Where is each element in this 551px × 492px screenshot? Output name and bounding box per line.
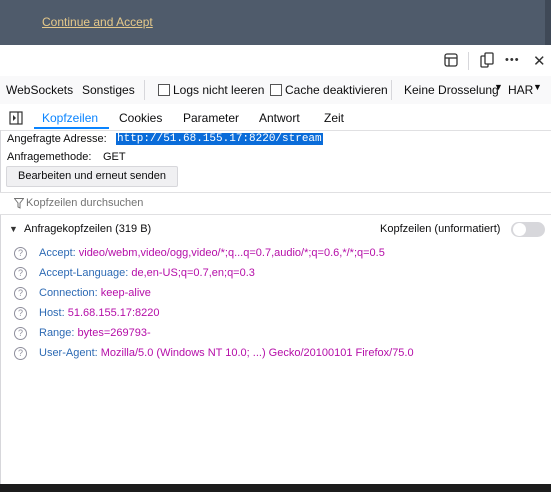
sidebar-toggle-icon[interactable] xyxy=(9,111,23,128)
har-menu[interactable]: HAR xyxy=(508,83,533,97)
header-value: keep-alive xyxy=(100,287,151,299)
more-icon[interactable]: ••• xyxy=(505,54,520,66)
active-tab-indicator xyxy=(34,127,109,129)
help-icon[interactable]: ? xyxy=(14,287,27,300)
header-name: Accept-Language: de,en-US;q=0.7,en;q=0.3 xyxy=(39,267,255,279)
header-value: video/webm,video/ogg,video/*;q...q=0.7,a… xyxy=(78,247,385,259)
filter-sonstiges[interactable]: Sonstiges xyxy=(82,83,135,97)
tab-antwort[interactable]: Antwort xyxy=(259,111,300,125)
header-row: ? Connection: keep-alive xyxy=(0,285,551,303)
header-value: de,en-US;q=0.7,en;q=0.3 xyxy=(131,267,255,279)
method-value: GET xyxy=(103,151,126,163)
header-name: User-Agent: Mozilla/5.0 (Windows NT 10.0… xyxy=(39,347,414,359)
resend-button[interactable]: Bearbeiten und erneut senden xyxy=(6,166,178,187)
toggle-knob xyxy=(513,223,526,236)
toolbar-separator xyxy=(144,80,145,100)
toolbar-separator xyxy=(391,80,392,100)
header-value: 51.68.155.17:8220 xyxy=(67,307,160,319)
page-scrollbar[interactable] xyxy=(545,0,551,45)
raw-headers-label: Kopfzeilen (unformatiert) xyxy=(380,223,501,235)
header-row: ? Accept-Language: de,en-US;q=0.7,en;q=0… xyxy=(0,265,551,283)
logs-label: Logs nicht leeren xyxy=(173,83,265,97)
help-icon[interactable]: ? xyxy=(14,347,27,360)
header-row: ? Accept: video/webm,video/ogg,video/*;q… xyxy=(0,245,551,263)
chevron-down-icon[interactable]: ▼ xyxy=(533,82,542,92)
header-row: ? User-Agent: Mozilla/5.0 (Windows NT 10… xyxy=(0,345,551,363)
throttle-select[interactable]: Keine Drosselung xyxy=(404,83,499,97)
header-name: Host: 51.68.155.17:8220 xyxy=(39,307,160,319)
tab-cookies[interactable]: Cookies xyxy=(119,111,162,125)
tab-zeit[interactable]: Zeit xyxy=(324,111,344,125)
cache-label: Cache deaktivieren xyxy=(285,83,388,97)
close-icon[interactable]: ✕ xyxy=(533,52,546,70)
filter-icon xyxy=(13,198,25,212)
chevron-down-icon[interactable]: ▼ xyxy=(494,82,503,92)
help-icon[interactable]: ? xyxy=(14,247,27,260)
address-value-text: http://51.68.155.17:8220/stream xyxy=(116,133,323,145)
request-headers-title[interactable]: Anfragekopfzeilen (319 B) xyxy=(24,223,151,235)
header-value: Mozilla/5.0 (Windows NT 10.0; ...) Gecko… xyxy=(100,347,414,359)
help-icon[interactable]: ? xyxy=(14,267,27,280)
header-value: bytes=269793- xyxy=(77,327,151,339)
header-name: Connection: keep-alive xyxy=(39,287,151,299)
collapse-triangle-icon[interactable]: ▼ xyxy=(9,224,18,234)
layout-icon[interactable] xyxy=(444,53,458,70)
continue-accept-link[interactable]: Continue and Accept xyxy=(42,15,153,29)
tab-parameter[interactable]: Parameter xyxy=(183,111,239,125)
help-icon[interactable]: ? xyxy=(14,307,27,320)
header-row: ? Host: 51.68.155.17:8220 xyxy=(0,305,551,323)
help-icon[interactable]: ? xyxy=(14,327,27,340)
header-name: Accept: video/webm,video/ogg,video/*;q..… xyxy=(39,247,385,259)
cache-checkbox[interactable] xyxy=(270,84,282,96)
toolbar-separator xyxy=(468,52,469,70)
header-row: ? Range: bytes=269793- xyxy=(0,325,551,343)
taskbar-strip xyxy=(0,484,551,492)
method-label: Anfragemethode: xyxy=(7,151,92,163)
responsive-icon[interactable] xyxy=(480,52,494,71)
address-label: Angefragte Adresse: xyxy=(7,133,107,145)
address-value[interactable]: http://51.68.155.17:8220/stream xyxy=(116,133,323,145)
logs-checkbox[interactable] xyxy=(158,84,170,96)
header-search-input[interactable]: Kopfzeilen durchsuchen xyxy=(26,197,143,209)
tab-kopfzeilen[interactable]: Kopfzeilen xyxy=(42,111,98,125)
filter-websockets[interactable]: WebSockets xyxy=(6,83,73,97)
header-name: Range: bytes=269793- xyxy=(39,327,151,339)
